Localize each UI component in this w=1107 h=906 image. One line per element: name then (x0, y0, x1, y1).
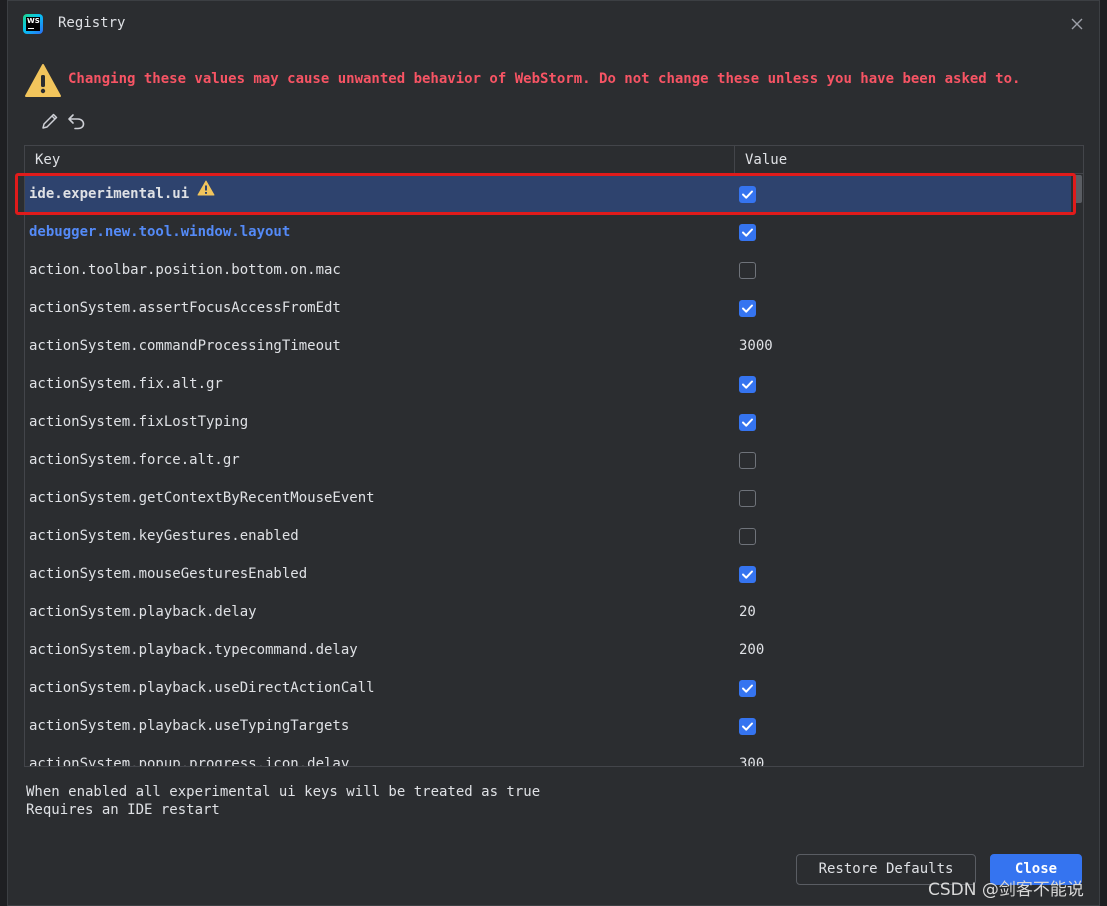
row-value[interactable]: 20 (739, 593, 756, 631)
watermark: CSDN @剑客不能说 (928, 880, 1084, 900)
checkbox-checked[interactable] (739, 414, 756, 431)
app-logo-text: WS (27, 17, 40, 25)
warning-message: Changing these values may cause unwanted… (68, 71, 1021, 87)
checkbox-unchecked[interactable] (739, 528, 756, 545)
column-header-value[interactable]: Value (735, 146, 1083, 174)
table-row[interactable]: action.toolbar.position.bottom.on.mac (25, 251, 1071, 289)
row-key: actionSystem.fixLostTyping (29, 414, 249, 430)
row-value[interactable]: 200 (739, 631, 764, 669)
table-row[interactable]: actionSystem.popup.progress.icon.delay 30… (25, 745, 1071, 766)
checkbox-checked[interactable] (739, 376, 756, 393)
key-description: When enabled all experimental ui keys wi… (26, 783, 540, 819)
webstorm-logo-icon: WS (23, 14, 43, 34)
table-row[interactable]: actionSystem.fix.alt.gr (25, 365, 1071, 403)
dialog-title: Registry (58, 15, 126, 31)
row-key: actionSystem.playback.delay (29, 604, 257, 620)
description-line-1: When enabled all experimental ui keys wi… (26, 784, 541, 800)
pencil-icon[interactable] (38, 109, 62, 133)
table-row[interactable]: actionSystem.playback.useTypingTargets (25, 707, 1071, 745)
close-icon[interactable] (1069, 16, 1085, 32)
warning-banner: Changing these values may cause unwanted… (24, 63, 1089, 99)
row-key: actionSystem.force.alt.gr (29, 452, 240, 468)
table-row[interactable]: actionSystem.assertFocusAccessFromEdt (25, 289, 1071, 327)
checkbox-checked[interactable] (739, 680, 756, 697)
title-bar: WS Registry (8, 1, 1099, 47)
row-key: actionSystem.getContextByRecentMouseEven… (29, 490, 375, 506)
row-key: actionSystem.playback.useTypingTargets (29, 718, 350, 734)
vertical-scrollbar[interactable] (1073, 175, 1082, 203)
registry-dialog: WS Registry Changing these values may ca… (7, 0, 1100, 906)
checkbox-checked[interactable] (739, 186, 756, 203)
checkbox-unchecked[interactable] (739, 490, 756, 507)
row-key: debugger.new.tool.window.layout (29, 224, 291, 240)
table-row[interactable]: actionSystem.mouseGesturesEnabled (25, 555, 1071, 593)
registry-table: Key Value ide.experimental.ui debugger.ne… (24, 145, 1084, 767)
row-key: action.toolbar.position.bottom.on.mac (29, 262, 341, 278)
table-header: Key Value (25, 146, 1083, 174)
row-key: actionSystem.popup.progress.icon.delay (29, 756, 350, 766)
row-key: actionSystem.assertFocusAccessFromEdt (29, 300, 341, 316)
table-body: ide.experimental.ui debugger.new.tool.win… (25, 175, 1083, 766)
checkbox-unchecked[interactable] (739, 452, 756, 469)
column-header-key[interactable]: Key (25, 146, 735, 174)
table-row[interactable]: actionSystem.fixLostTyping (25, 403, 1071, 441)
undo-icon[interactable] (65, 109, 89, 133)
checkbox-checked[interactable] (739, 566, 756, 583)
table-row[interactable]: actionSystem.commandProcessingTimeout 300… (25, 327, 1071, 365)
table-row[interactable]: actionSystem.keyGestures.enabled (25, 517, 1071, 555)
table-row[interactable]: actionSystem.playback.typecommand.delay 2… (25, 631, 1071, 669)
checkbox-checked[interactable] (739, 224, 756, 241)
row-value[interactable]: 3000 (739, 327, 773, 365)
table-row[interactable]: actionSystem.playback.useDirectActionCal… (25, 669, 1071, 707)
table-row[interactable]: actionSystem.playback.delay 20 (25, 593, 1071, 631)
table-row[interactable]: actionSystem.force.alt.gr (25, 441, 1071, 479)
row-key: actionSystem.playback.useDirectActionCal… (29, 680, 375, 696)
row-value[interactable]: 300 (739, 745, 764, 766)
row-key: actionSystem.fix.alt.gr (29, 376, 223, 392)
warning-icon (197, 175, 215, 211)
table-row[interactable]: debugger.new.tool.window.layout (25, 213, 1071, 251)
row-key: actionSystem.commandProcessingTimeout (29, 338, 341, 354)
checkbox-unchecked[interactable] (739, 262, 756, 279)
warning-icon (24, 63, 62, 99)
row-key: actionSystem.playback.typecommand.delay (29, 642, 358, 658)
checkbox-checked[interactable] (739, 718, 756, 735)
table-row[interactable]: ide.experimental.ui (25, 175, 1071, 213)
row-key: ide.experimental.ui (29, 175, 215, 213)
description-line-2: Requires an IDE restart (26, 802, 220, 818)
checkbox-checked[interactable] (739, 300, 756, 317)
table-row[interactable]: actionSystem.getContextByRecentMouseEven… (25, 479, 1071, 517)
row-key: actionSystem.mouseGesturesEnabled (29, 566, 308, 582)
row-key-text: ide.experimental.ui (29, 186, 190, 202)
row-key: actionSystem.keyGestures.enabled (29, 528, 299, 544)
